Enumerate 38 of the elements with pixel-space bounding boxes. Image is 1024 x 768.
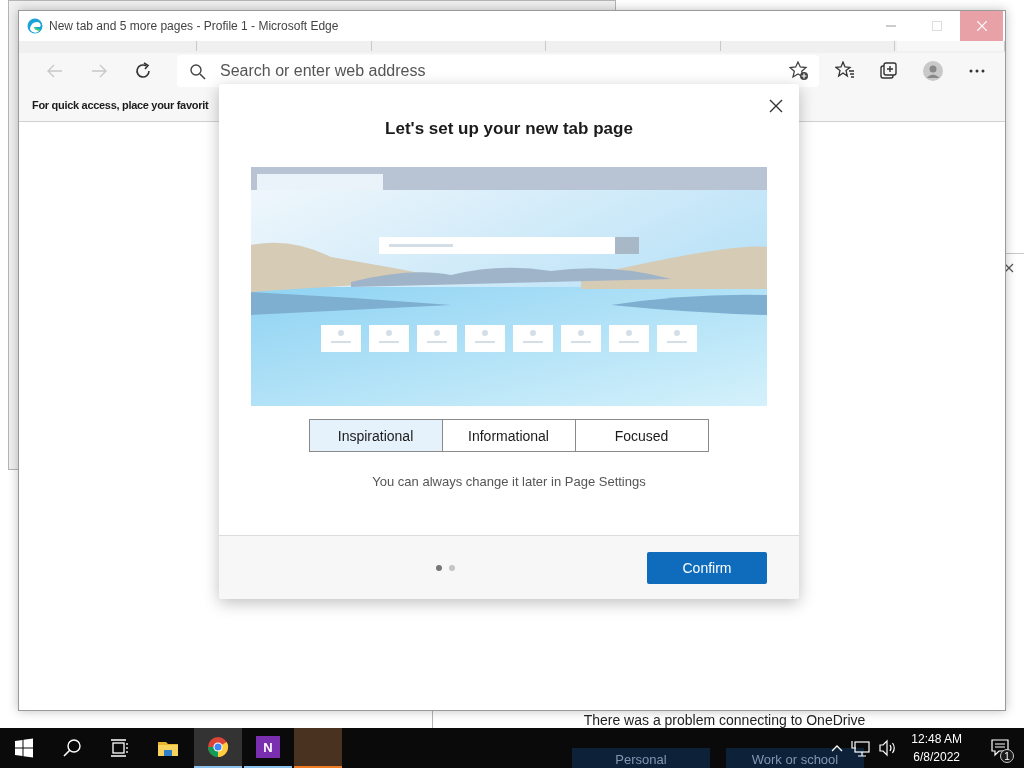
chrome-drawing: [207, 736, 229, 758]
address-field[interactable]: Search or enter web address: [177, 55, 819, 87]
add-favorite-icon: [789, 61, 809, 81]
start-icon: [14, 738, 34, 758]
error-message: There was a problem connecting to OneDrive: [582, 712, 867, 728]
close-icon: [1004, 263, 1014, 273]
app-letter-icon: N: [256, 736, 280, 758]
app-button[interactable]: [294, 728, 342, 768]
dialog-title: Let's set up your new tab page: [384, 119, 634, 139]
volume-icon: [879, 739, 898, 757]
profile-avatar-icon: [923, 61, 943, 81]
account-button[interactable]: Personal: [572, 748, 710, 768]
window-title: New tab and 5 more pages - Profile 1 - Microsoft Edge: [49, 19, 340, 33]
clock-date: 6/8/2022: [913, 749, 960, 766]
maximize-icon: [932, 21, 942, 31]
layout-option[interactable]: Focused: [574, 419, 709, 452]
refresh-icon: [133, 61, 153, 81]
search-icon: [189, 62, 206, 80]
account-button[interactable]: Work or school: [726, 748, 864, 768]
clock[interactable]: 12:48 AM 6/8/2022: [905, 730, 974, 766]
browser-logo-icon: [27, 18, 43, 34]
hint-text: You can always change it later in Page Settings: [371, 474, 647, 489]
more-icon: [969, 69, 985, 73]
notification-badge: 1: [1000, 749, 1014, 763]
layout-option[interactable]: Inspirational: [308, 419, 443, 452]
favorites-icon: [835, 61, 855, 81]
favorites-bar-hint: For quick access, place your favorit: [32, 99, 209, 111]
clock-time: 12:48 AM: [911, 731, 962, 748]
close-icon: [769, 99, 783, 113]
layout-option[interactable]: Informational: [441, 419, 576, 452]
task-view-icon: [110, 738, 130, 758]
network-icon: [851, 739, 872, 757]
search-icon: [62, 738, 82, 758]
confirm-button[interactable]: Confirm: [647, 551, 767, 584]
collections-icon: [879, 61, 899, 81]
browser-icon[interactable]: [194, 728, 242, 768]
close-icon: [976, 21, 987, 31]
notes-app-button[interactable]: N: [244, 728, 292, 768]
